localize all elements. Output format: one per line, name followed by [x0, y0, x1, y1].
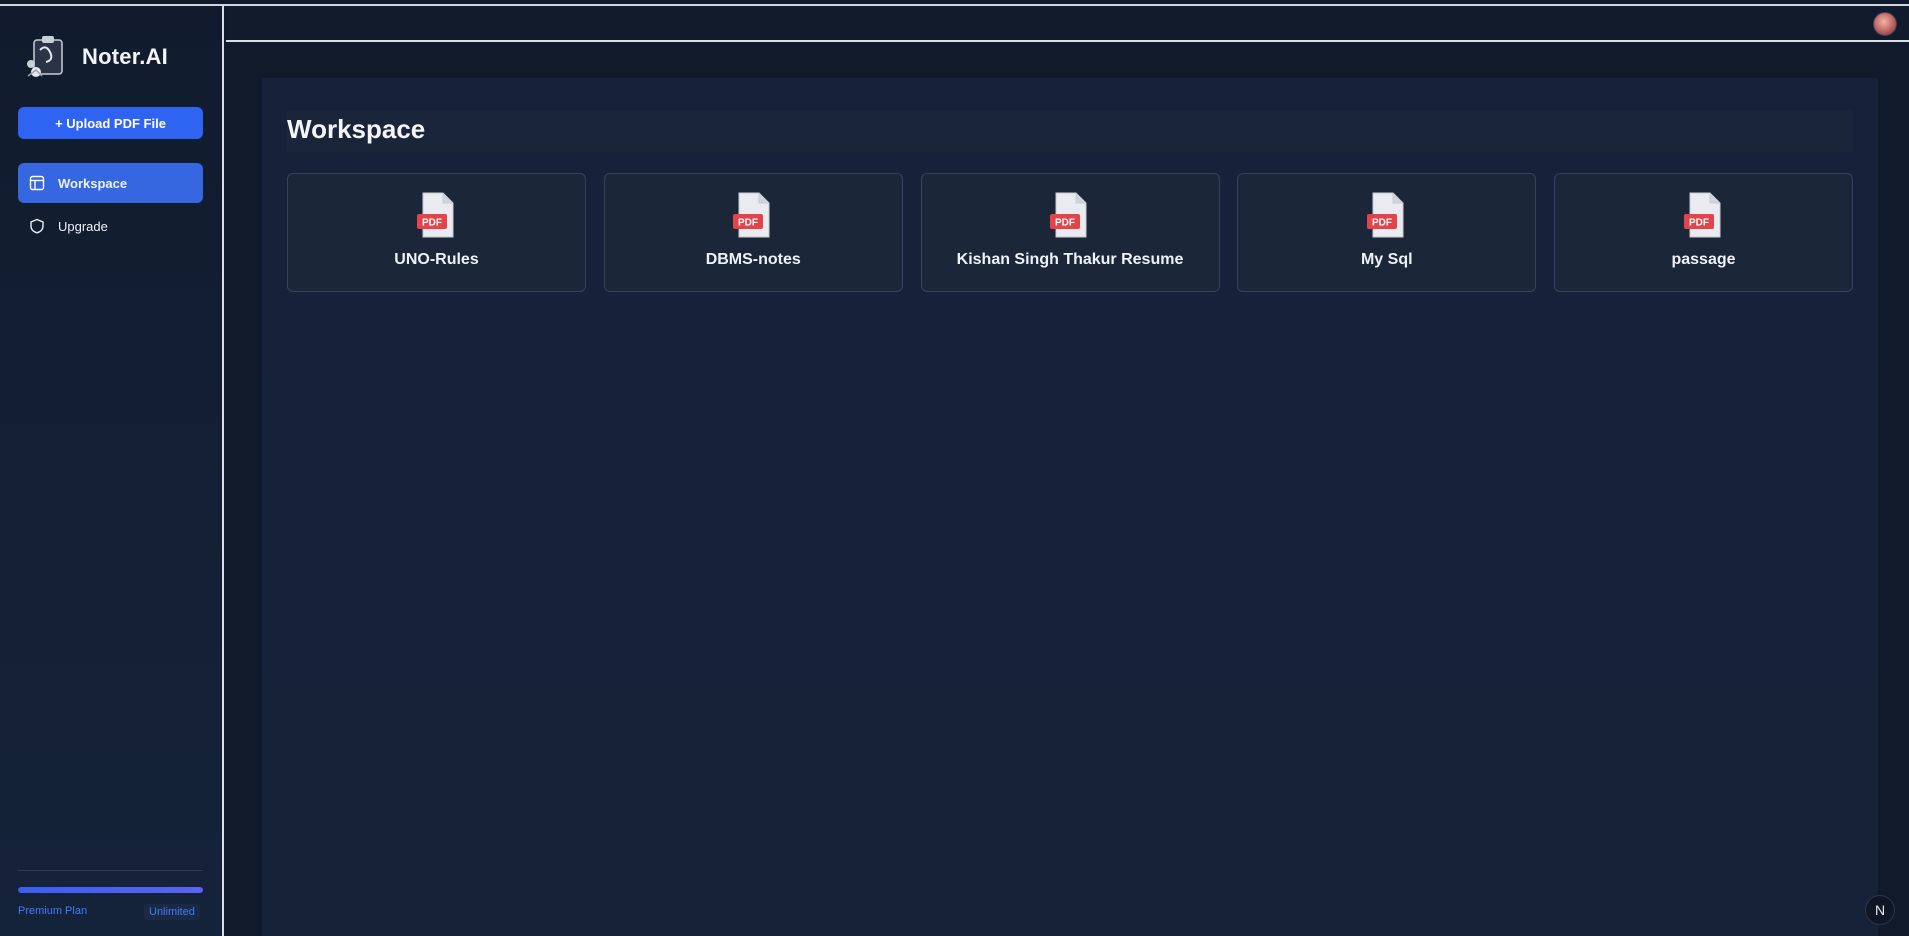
file-card[interactable]: PDF passage	[1554, 173, 1853, 292]
file-card[interactable]: PDF DBMS-notes	[603, 173, 903, 292]
sidebar-item-label: Workspace	[58, 175, 128, 191]
app-logo[interactable]: Noter.AI	[22, 32, 168, 82]
plan-usage-fill	[18, 887, 203, 893]
pdf-type-label: PDF	[1689, 218, 1709, 229]
file-name: passage	[1671, 251, 1736, 268]
plan-badge: Unlimited	[144, 904, 200, 920]
file-name: UNO-Rules	[394, 251, 479, 268]
file-name: Kishan Singh Thakur Resume	[956, 251, 1184, 268]
pdf-type-label: PDF	[738, 218, 758, 229]
shield-icon	[28, 217, 46, 235]
file-card[interactable]: PDF Kishan Singh Thakur Resume	[920, 173, 1220, 292]
sidebar-item-upgrade[interactable]: Upgrade	[18, 206, 203, 246]
plan-usage-bar	[18, 887, 203, 893]
avatar[interactable]	[1873, 12, 1897, 36]
layout-icon	[28, 174, 46, 192]
logo-icon	[27, 36, 63, 77]
file-name: My Sql	[1360, 251, 1413, 268]
pdf-file-icon: PDF	[733, 192, 770, 238]
upload-pdf-button[interactable]: + Upload PDF File	[18, 107, 203, 139]
page-title: Workspace	[287, 114, 426, 144]
pdf-file-icon: PDF	[1683, 192, 1720, 238]
pdf-file-icon: PDF	[1366, 192, 1404, 238]
top-header	[226, 6, 1909, 42]
sidebar: Noter.AI + Upload PDF File Workspace Upg…	[0, 6, 224, 936]
sidebar-item-label: Upgrade	[58, 218, 108, 234]
dev-indicator-button[interactable]: N	[1865, 895, 1895, 925]
file-card[interactable]: PDF My Sql	[1237, 173, 1537, 292]
pdf-type-label: PDF	[1372, 218, 1392, 229]
file-grid: PDF UNO-Rules PDF DBMS-notes PDF Kishan Singh…	[287, 173, 1853, 293]
pdf-type-label: PDF	[422, 218, 442, 229]
sidebar-item-workspace[interactable]: Workspace	[18, 163, 203, 203]
file-card[interactable]: PDF UNO-Rules	[287, 173, 586, 292]
page-title-bar: Workspace	[287, 110, 1853, 152]
pdf-file-icon: PDF	[416, 192, 453, 238]
app-name: Noter.AI	[82, 44, 168, 69]
file-name: DBMS-notes	[705, 251, 801, 268]
plan-divider	[18, 870, 203, 871]
plan-name: Premium Plan	[18, 905, 88, 917]
pdf-file-icon: PDF	[1050, 192, 1087, 238]
pdf-type-label: PDF	[1055, 218, 1075, 229]
